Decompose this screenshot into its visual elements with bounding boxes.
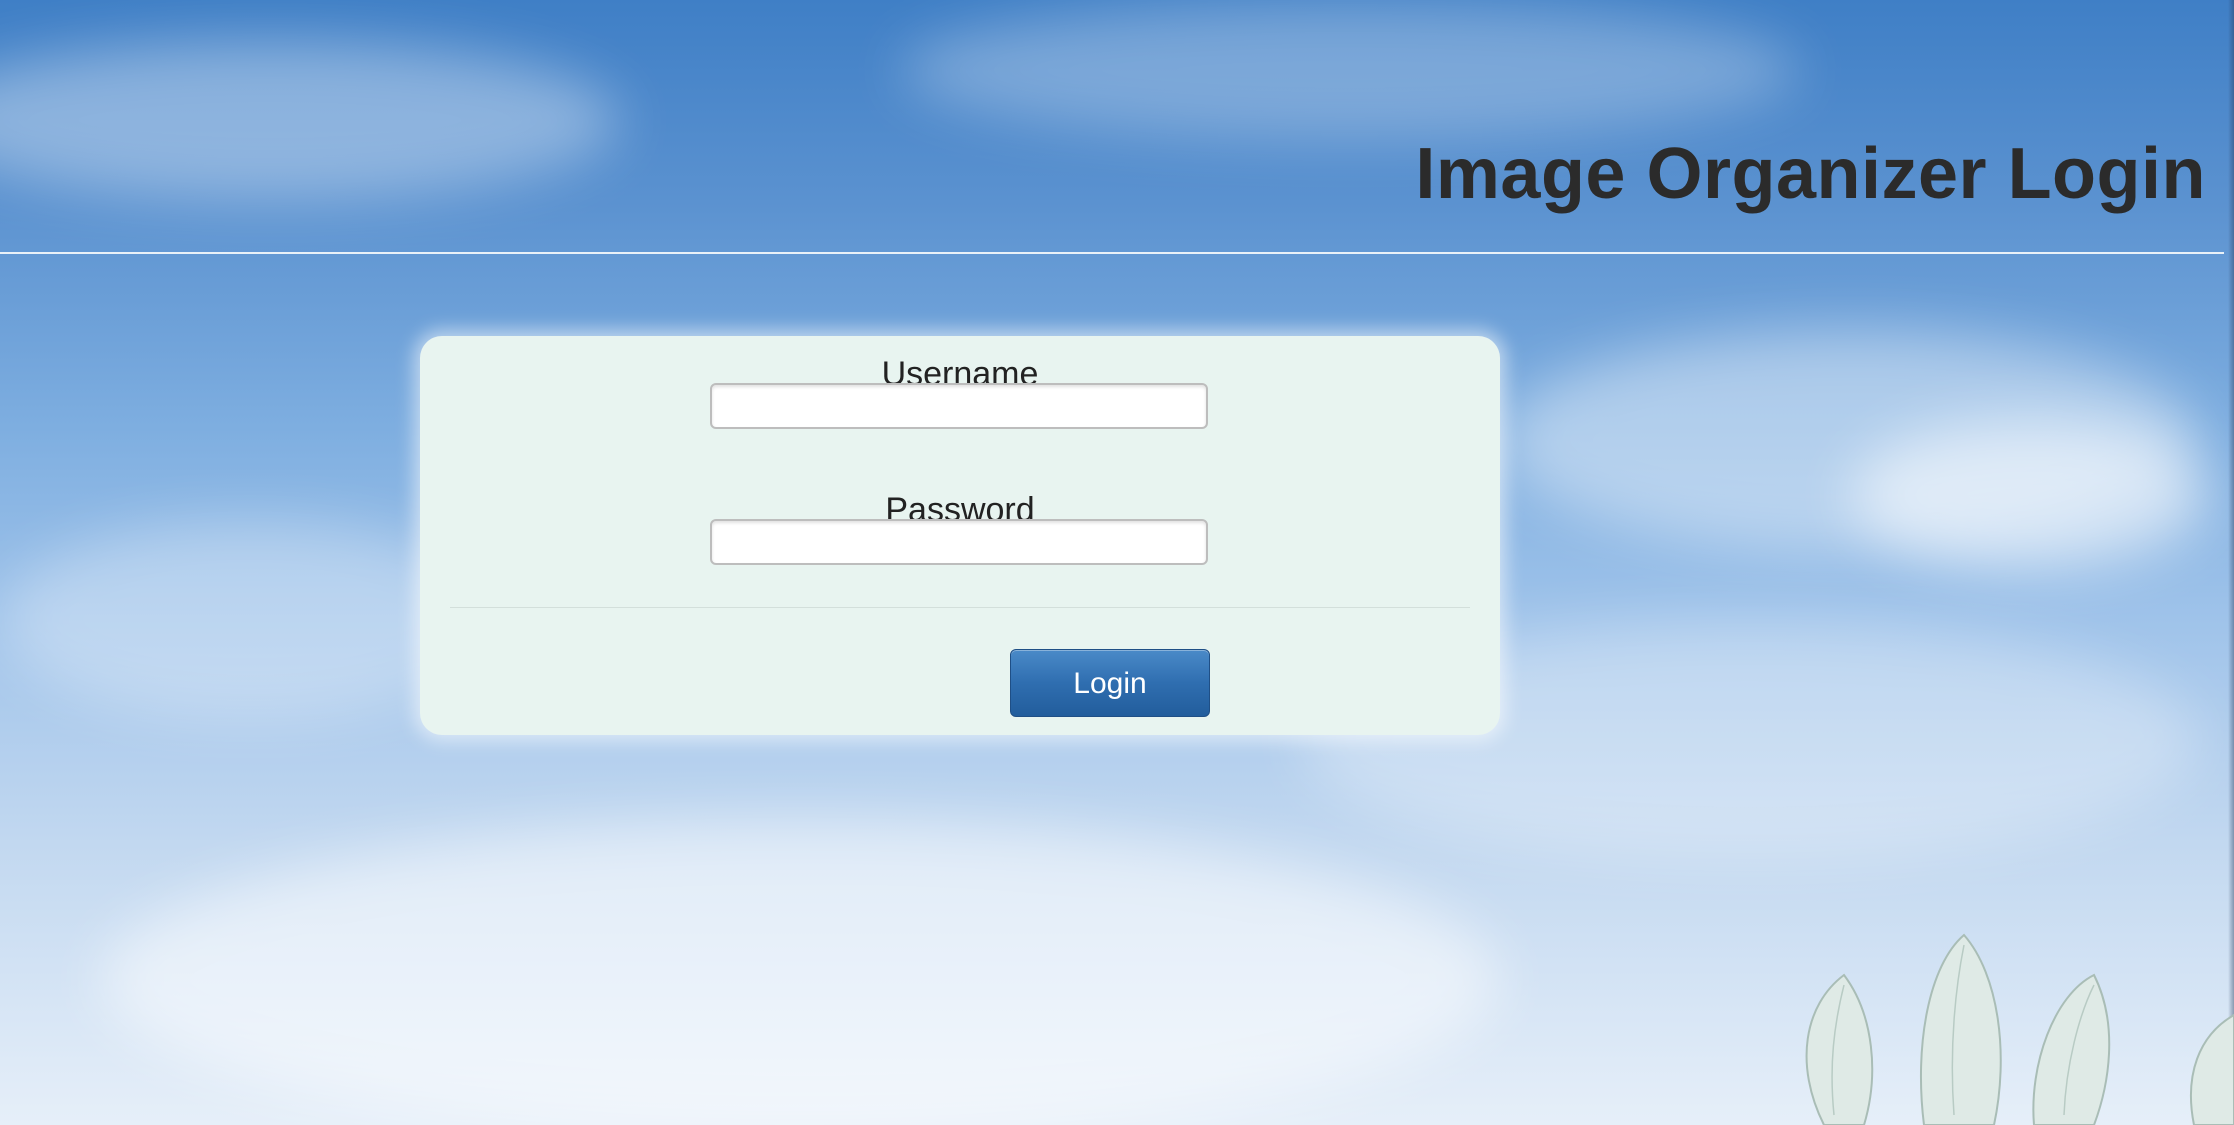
login-button[interactable]: Login (1010, 649, 1210, 717)
username-input[interactable] (710, 383, 1208, 429)
page-title: Image Organizer Login (1415, 134, 2206, 214)
password-input[interactable] (710, 519, 1208, 565)
flower-petals-icon (1805, 933, 2234, 1125)
login-panel: Username Password Login (420, 336, 1500, 735)
header-divider (0, 252, 2224, 254)
form-divider (450, 607, 1470, 608)
